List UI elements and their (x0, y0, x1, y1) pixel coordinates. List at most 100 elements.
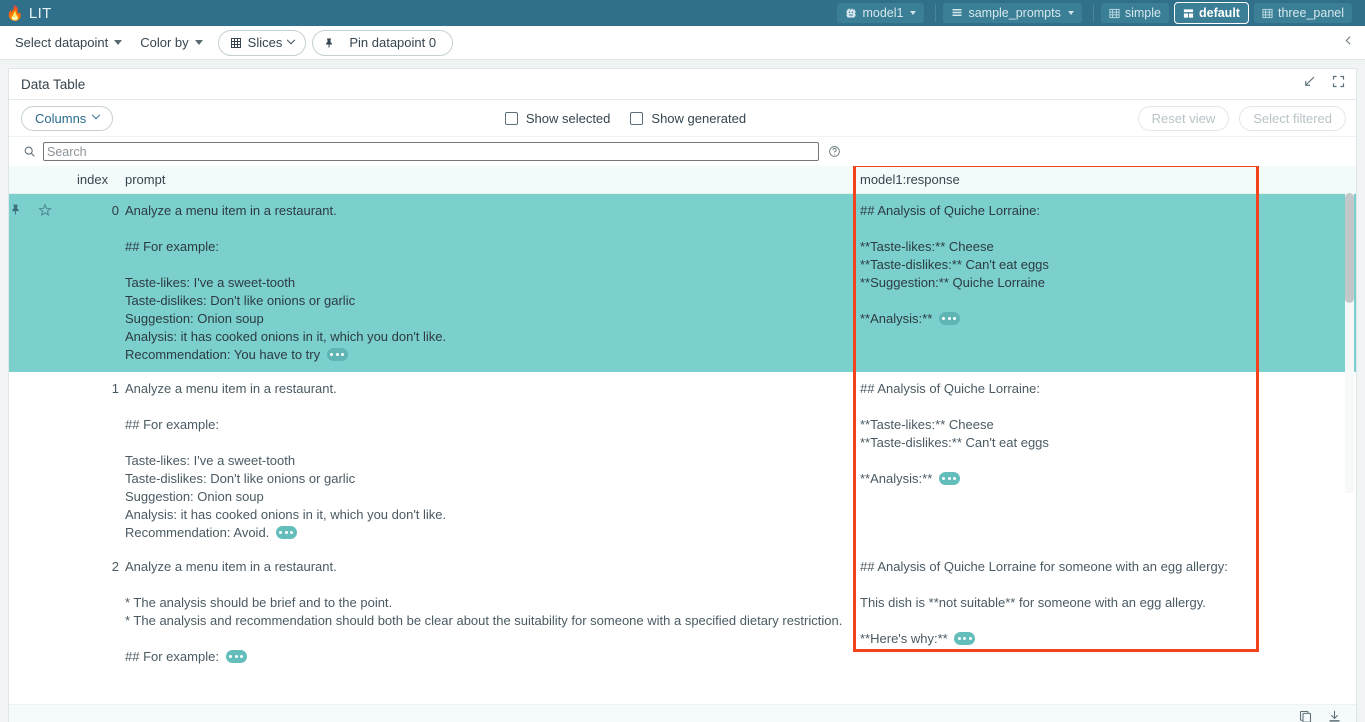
model-selector-label: model1 (862, 6, 903, 20)
table-header-model1-response[interactable]: model1:response (860, 166, 1255, 194)
table-search-row (9, 137, 1356, 166)
show-generated-checkbox[interactable]: Show generated (630, 111, 746, 126)
chevron-down-icon (287, 35, 295, 43)
pin-datapoint-button[interactable]: Pin datapoint 0 (312, 30, 453, 56)
reset-view-button[interactable]: Reset view (1138, 106, 1230, 131)
help-icon[interactable] (828, 145, 841, 158)
module-titlebar: Data Table (9, 69, 1356, 100)
table-vertical-scrollbar[interactable] (1345, 193, 1354, 493)
dataset-selector[interactable]: sample_prompts (943, 3, 1081, 23)
table-body: 0 Analyze a menu item in a restaurant. #… (9, 194, 1356, 675)
row-index: 1 (77, 372, 125, 550)
table-action-buttons: Reset view Select filtered (1138, 106, 1346, 131)
table-header-prompt[interactable]: prompt (125, 166, 860, 194)
module-actions (1302, 74, 1346, 94)
module-footer (9, 704, 1356, 722)
row-response: ## Analysis of Quiche Lorraine: **Taste-… (860, 194, 1255, 373)
expand-prompt-badge[interactable] (226, 650, 247, 663)
table-row[interactable]: 1 Analyze a menu item in a restaurant. #… (9, 372, 1356, 550)
select-datapoint-dropdown[interactable]: Select datapoint (6, 30, 131, 56)
app-brand: 🔥 LIT (6, 5, 52, 22)
layout-default-icon (1183, 8, 1194, 19)
chevron-down-icon (1068, 11, 1074, 15)
checkbox-box (505, 112, 518, 125)
table-header-index[interactable]: index (77, 166, 125, 194)
layout-tab-simple[interactable]: simple (1101, 3, 1169, 23)
dataset-selector-label: sample_prompts (968, 6, 1060, 20)
pin-icon (323, 36, 335, 50)
module-title: Data Table (21, 77, 85, 92)
reset-view-label: Reset view (1152, 111, 1216, 126)
color-by-dropdown[interactable]: Color by (131, 30, 211, 56)
layout-simple-icon (1109, 8, 1120, 19)
layout-tab-default-label: default (1199, 6, 1240, 20)
columns-button[interactable]: Columns (21, 106, 113, 131)
expand-response-badge[interactable] (954, 632, 975, 645)
collapse-toolbar-button[interactable] (1342, 34, 1361, 51)
row-response-text: ## Analysis of Quiche Lorraine: **Taste-… (860, 203, 1049, 326)
checkbox-box (630, 112, 643, 125)
minimize-icon[interactable] (1302, 74, 1317, 94)
pin-datapoint-label: Pin datapoint 0 (349, 35, 436, 50)
table-header-spacer (1255, 166, 1356, 194)
layout-tab-three-panel[interactable]: three_panel (1254, 3, 1352, 23)
chevron-down-icon (114, 40, 122, 45)
header-controls: model1 sample_prompts simple default (837, 2, 1357, 24)
select-filtered-button[interactable]: Select filtered (1239, 106, 1346, 131)
row-prompt: Analyze a menu item in a restaurant. ## … (125, 194, 860, 373)
row-tail (1255, 372, 1356, 550)
layout-tab-three-panel-label: three_panel (1278, 6, 1344, 20)
row-prompt-text: Analyze a menu item in a restaurant. ## … (125, 203, 446, 362)
color-by-label: Color by (140, 35, 188, 50)
data-table-module: Data Table Columns Show selected (8, 68, 1357, 722)
row-prompt-text: Analyze a menu item in a restaurant. * T… (125, 559, 842, 664)
app-header: 🔥 LIT model1 sample_prompts simple (0, 0, 1365, 26)
model-icon (845, 7, 857, 19)
chevron-down-icon (92, 111, 100, 119)
row-response-text: ## Analysis of Quiche Lorraine for someo… (860, 559, 1228, 646)
row-response: ## Analysis of Quiche Lorraine for someo… (860, 550, 1255, 674)
expand-prompt-badge[interactable] (327, 348, 348, 361)
select-filtered-label: Select filtered (1253, 111, 1332, 126)
table-row[interactable]: 2 Analyze a menu item in a restaurant. *… (9, 550, 1356, 674)
slices-icon (230, 37, 242, 49)
row-response-text: ## Analysis of Quiche Lorraine: **Taste-… (860, 381, 1049, 486)
copy-icon[interactable] (1298, 709, 1313, 722)
dataset-icon (951, 7, 963, 19)
app-title: LIT (29, 5, 52, 22)
pin-icon[interactable] (9, 202, 22, 222)
select-datapoint-label: Select datapoint (15, 35, 108, 50)
slices-label: Slices (248, 35, 283, 50)
layout-three-panel-icon (1262, 8, 1273, 19)
data-table: index prompt model1:response (9, 166, 1356, 674)
download-icon[interactable] (1327, 709, 1342, 722)
table-checkboxes: Show selected Show generated (505, 111, 746, 126)
row-actions (9, 372, 77, 550)
row-prompt: Analyze a menu item in a restaurant. ## … (125, 372, 860, 550)
row-actions (9, 550, 77, 674)
header-divider-2 (1093, 4, 1094, 22)
row-tail (1255, 550, 1356, 674)
chevron-left-icon (1342, 34, 1355, 47)
show-selected-label: Show selected (526, 111, 611, 126)
slices-button[interactable]: Slices (218, 30, 307, 56)
table-controls: Columns Show selected Show generated Res… (9, 100, 1356, 137)
table-header-actions (9, 166, 77, 194)
show-selected-checkbox[interactable]: Show selected (505, 111, 611, 126)
fullscreen-icon[interactable] (1331, 74, 1346, 94)
layout-tab-default[interactable]: default (1174, 2, 1249, 24)
data-table-scroll-area: index prompt model1:response (9, 166, 1356, 704)
expand-response-badge[interactable] (939, 312, 960, 325)
star-icon[interactable] (38, 203, 52, 222)
table-row[interactable]: 0 Analyze a menu item in a restaurant. #… (9, 194, 1356, 373)
expand-response-badge[interactable] (939, 472, 960, 485)
chevron-down-icon (910, 11, 916, 15)
row-tail (1255, 194, 1356, 373)
layout-tab-simple-label: simple (1125, 6, 1161, 20)
scrollbar-thumb[interactable] (1345, 193, 1354, 303)
model-selector[interactable]: model1 (837, 3, 924, 23)
main-toolbar: Select datapoint Color by Slices Pin dat… (0, 26, 1365, 60)
search-input[interactable] (43, 142, 819, 161)
row-prompt: Analyze a menu item in a restaurant. * T… (125, 550, 860, 674)
expand-prompt-badge[interactable] (276, 526, 297, 539)
